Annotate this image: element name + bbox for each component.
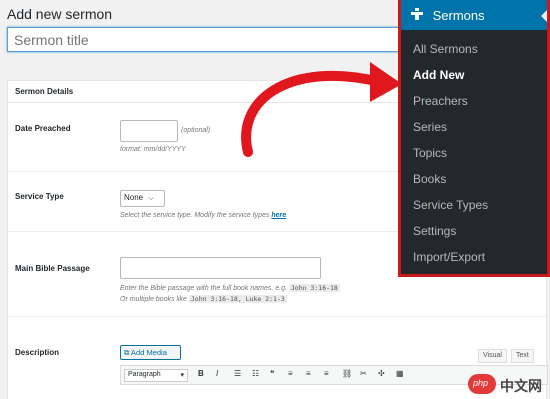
- date-input[interactable]: [120, 120, 178, 142]
- menu-item-import-export[interactable]: Import/Export: [401, 244, 547, 270]
- align-center-icon[interactable]: ≡: [306, 369, 311, 378]
- service-select[interactable]: None ⌵: [120, 190, 165, 207]
- date-optional: (optional): [181, 127, 211, 134]
- service-selected: None: [124, 193, 144, 202]
- media-icon: ⧉: [124, 348, 130, 357]
- bible-icon: [411, 8, 423, 23]
- date-format-hint: format: mm/dd/YYYY: [120, 146, 186, 153]
- tab-visual[interactable]: Visual: [478, 349, 507, 363]
- sermons-menu: Sermons All Sermons Add New Preachers Se…: [398, 0, 550, 277]
- menu-item-add-new[interactable]: Add New: [401, 62, 547, 88]
- blockquote-icon[interactable]: ❝: [270, 369, 274, 378]
- sermons-menu-title: Sermons: [432, 8, 485, 23]
- align-left-icon[interactable]: ≡: [288, 369, 293, 378]
- add-media-button[interactable]: ⧉ Add Media: [120, 345, 181, 360]
- chevron-down-icon: ⌵: [148, 195, 154, 202]
- passage-input[interactable]: [120, 257, 321, 279]
- menu-item-preachers[interactable]: Preachers: [401, 88, 547, 114]
- service-hint: Select the service type. Modify the serv…: [120, 212, 289, 219]
- page-title: Add new sermon: [7, 6, 113, 22]
- menu-item-settings[interactable]: Settings: [401, 218, 547, 244]
- watermark: php 中文网: [468, 374, 548, 396]
- fullscreen-icon[interactable]: ✣: [378, 369, 385, 378]
- align-right-icon[interactable]: ≡: [324, 369, 329, 378]
- menu-item-books[interactable]: Books: [401, 166, 547, 192]
- sermons-menu-header[interactable]: Sermons: [401, 0, 547, 30]
- service-label: Service Type: [15, 192, 64, 201]
- italic-icon[interactable]: I: [216, 369, 218, 378]
- bullet-list-icon[interactable]: ☰: [234, 369, 241, 378]
- menu-item-service-types[interactable]: Service Types: [401, 192, 547, 218]
- pointer-arrow: [241, 62, 402, 157]
- format-select[interactable]: Paragraph ▾: [124, 369, 188, 382]
- tab-text[interactable]: Text: [511, 349, 534, 363]
- bold-icon[interactable]: B: [198, 369, 204, 378]
- link-icon[interactable]: ⛓: [342, 369, 352, 378]
- date-label: Date Preached: [15, 124, 71, 133]
- unlink-icon[interactable]: ✂: [360, 369, 367, 378]
- menu-item-series[interactable]: Series: [401, 114, 547, 140]
- passage-hint-2: Or multiple books like John 3:16-18, Luk…: [120, 295, 287, 303]
- numbered-list-icon[interactable]: ☷: [252, 369, 259, 378]
- passage-hint-1: Enter the Bible passage with the full bo…: [120, 284, 340, 292]
- watermark-badge: php: [468, 374, 496, 394]
- menu-item-topics[interactable]: Topics: [401, 140, 547, 166]
- chevron-down-icon: ▾: [180, 372, 184, 379]
- current-menu-arrow: [541, 10, 547, 22]
- sermon-title-input[interactable]: [7, 27, 427, 52]
- toolbar-toggle-icon[interactable]: ▦: [396, 369, 404, 378]
- menu-item-all-sermons[interactable]: All Sermons: [401, 36, 547, 62]
- service-types-link[interactable]: here: [271, 212, 286, 219]
- passage-label: Main Bible Passage: [15, 264, 90, 273]
- description-label: Description: [15, 348, 60, 357]
- watermark-text: 中文网: [500, 378, 542, 394]
